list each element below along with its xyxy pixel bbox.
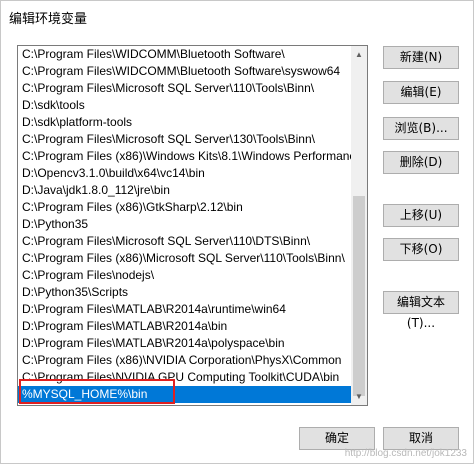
path-list[interactable]: C:\Program Files\WIDCOMM\Bluetooth Softw… [17, 45, 368, 406]
move-up-button[interactable]: 上移(U) [383, 204, 459, 227]
path-list-item[interactable]: C:\Program Files (x86)\Microsoft SQL Ser… [18, 250, 353, 267]
delete-button[interactable]: 删除(D) [383, 151, 459, 174]
path-list-item[interactable]: D:\Python35 [18, 216, 353, 233]
path-list-item[interactable]: C:\Program Files (x86)\Windows Kits\8.1\… [18, 148, 353, 165]
path-list-item[interactable]: C:\Program Files\Microsoft SQL Server\11… [18, 80, 353, 97]
browse-button[interactable]: 浏览(B)... [383, 117, 459, 140]
path-list-item[interactable]: D:\sdk\tools [18, 97, 353, 114]
scroll-up-arrow-icon[interactable]: ▲ [351, 46, 367, 63]
path-list-item[interactable]: C:\Program Files\Microsoft SQL Server\13… [18, 131, 353, 148]
path-list-item[interactable]: C:\Program Files\Microsoft SQL Server\11… [18, 233, 353, 250]
path-list-item[interactable]: D:\Program Files\MATLAB\R2014a\polyspace… [18, 335, 353, 352]
edit-text-button[interactable]: 编辑文本(T)... [383, 291, 459, 330]
edit-env-variable-dialog: 编辑环境变量 C:\Program Files\WIDCOMM\Bluetoot… [0, 0, 474, 464]
scroll-down-arrow-icon[interactable]: ▼ [351, 388, 367, 405]
path-list-item[interactable]: C:\Program Files (x86)\GtkSharp\2.12\bin [18, 199, 353, 216]
annotation-highlight-box [19, 379, 175, 404]
scroll-thumb[interactable] [353, 196, 365, 396]
path-list-item[interactable]: C:\Program Files\WIDCOMM\Bluetooth Softw… [18, 46, 353, 63]
path-list-item[interactable]: D:\sdk\platform-tools [18, 114, 353, 131]
ok-button[interactable]: 确定 [299, 427, 375, 450]
path-list-item[interactable]: C:\Program Files\nodejs\ [18, 267, 353, 284]
watermark: http://blog.csdn.net/jok1233 [344, 448, 467, 459]
list-scrollbar[interactable]: ▲ ▼ [351, 46, 367, 405]
path-list-item[interactable]: D:\Java\jdk1.8.0_112\jre\bin [18, 182, 353, 199]
dialog-title: 编辑环境变量 [9, 11, 88, 26]
path-list-rows: C:\Program Files\WIDCOMM\Bluetooth Softw… [18, 46, 353, 403]
edit-button[interactable]: 编辑(E) [383, 81, 459, 104]
path-list-item[interactable]: D:\Opencv3.1.0\build\x64\vc14\bin [18, 165, 353, 182]
cancel-button[interactable]: 取消 [383, 427, 459, 450]
path-list-item[interactable]: D:\Python35\Scripts [18, 284, 353, 301]
path-list-item[interactable]: D:\Program Files\MATLAB\R2014a\bin [18, 318, 353, 335]
move-down-button[interactable]: 下移(O) [383, 238, 459, 261]
path-list-item[interactable]: D:\Program Files\MATLAB\R2014a\runtime\w… [18, 301, 353, 318]
path-list-item[interactable]: C:\Program Files\WIDCOMM\Bluetooth Softw… [18, 63, 353, 80]
path-list-item[interactable]: C:\Program Files (x86)\NVIDIA Corporatio… [18, 352, 353, 369]
new-button[interactable]: 新建(N) [383, 46, 459, 69]
title-bar: 编辑环境变量 [1, 1, 473, 31]
